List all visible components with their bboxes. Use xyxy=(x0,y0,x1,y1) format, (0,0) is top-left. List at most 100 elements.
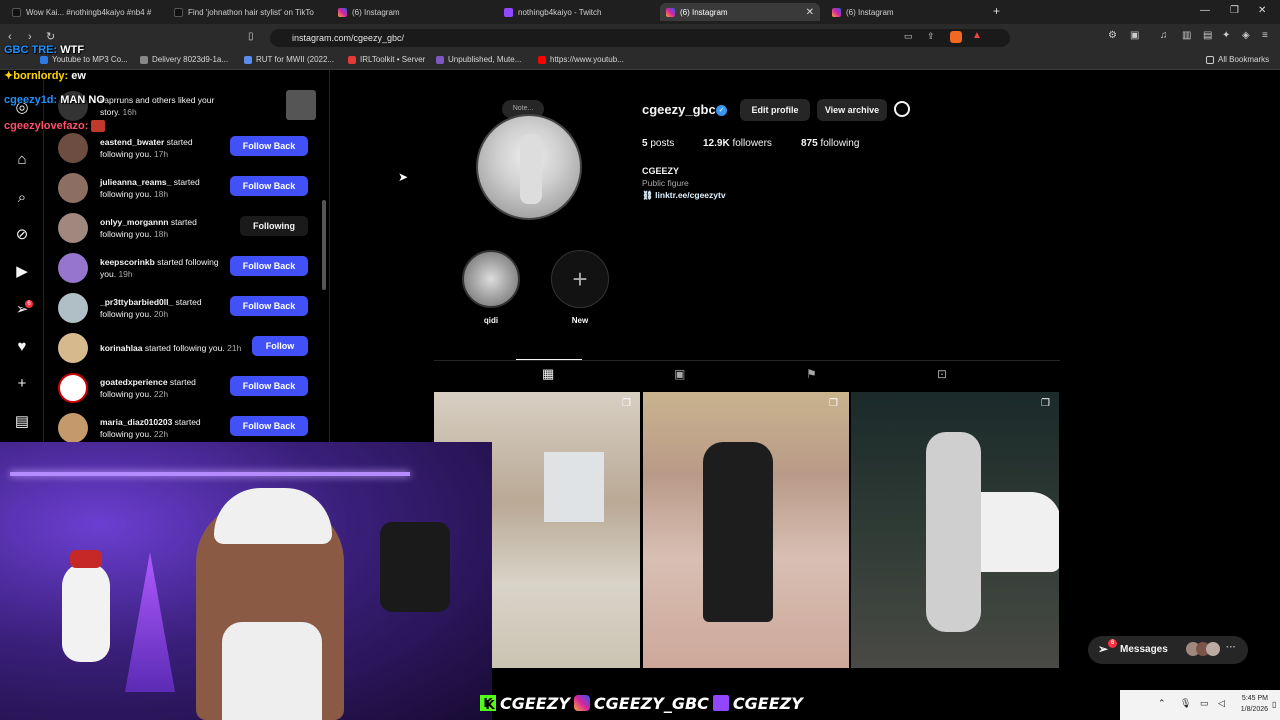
follow-back-button[interactable]: Follow Back xyxy=(230,376,308,396)
close-window-icon[interactable]: ✕ xyxy=(1258,5,1266,16)
all-bookmarks[interactable]: All Bookmarks xyxy=(1206,55,1269,64)
bookmark-label: Youtube to MP3 Co... xyxy=(52,55,128,64)
back-icon[interactable]: ‹ xyxy=(8,31,12,43)
notification-row[interactable]: julieanna_reams_ started following you. … xyxy=(58,168,320,208)
follow-back-button[interactable]: Follow Back xyxy=(230,296,308,316)
edit-profile-button[interactable]: Edit profile xyxy=(740,99,810,121)
follow-button[interactable]: Follow xyxy=(252,336,308,356)
reels-icon[interactable]: ▶ xyxy=(12,262,32,282)
display-name: CGEEZY xyxy=(642,166,680,176)
browser-tab[interactable]: Wow Kai... #nothingb4kaiyo #nb4 # xyxy=(6,3,156,21)
notifications-icon[interactable]: ▯ xyxy=(1272,700,1276,709)
notification-row[interactable]: goatedxperience started following you. 2… xyxy=(58,368,320,408)
network-icon[interactable]: ▭ xyxy=(1200,698,1209,709)
follow-back-button[interactable]: Follow Back xyxy=(230,256,308,276)
avatar xyxy=(58,253,88,283)
posts-grid-icon[interactable]: ▦ xyxy=(542,366,554,382)
kick-icon: K xyxy=(480,695,496,711)
settings-icon[interactable] xyxy=(894,101,910,117)
notification-row[interactable]: _pr3ttybarbied0ll_ started following you… xyxy=(58,288,320,328)
follow-back-button[interactable]: Follow Back xyxy=(230,416,308,436)
story-thumbnail[interactable] xyxy=(286,90,316,120)
leo-icon[interactable]: ✦ xyxy=(1222,30,1230,41)
profile-avatar[interactable] xyxy=(476,114,582,220)
bookmark-item[interactable]: Youtube to MP3 Co... xyxy=(40,55,128,64)
media-icon[interactable]: ♫ xyxy=(1160,30,1168,41)
notification-row[interactable]: eastend_bwater started following you. 17… xyxy=(58,128,320,168)
link-icon: ⛓ xyxy=(642,190,656,200)
clock-date[interactable]: 1/8/2026 xyxy=(1232,706,1268,713)
follow-back-button[interactable]: Follow Back xyxy=(230,136,308,156)
followers-stat[interactable]: 12.9K followers xyxy=(703,138,772,149)
highlight-qidi[interactable] xyxy=(462,250,520,308)
messages-button[interactable]: ➢ 6 Messages ··· xyxy=(1088,636,1248,664)
browser-tab[interactable]: (6) Instagram xyxy=(826,3,986,21)
avatar xyxy=(1206,642,1220,656)
messenger-icon: ➢ xyxy=(1098,642,1109,656)
bookmark-item[interactable]: Delivery 8023d9-1a... xyxy=(140,55,228,64)
volume-icon[interactable]: ◁ xyxy=(1218,698,1225,709)
minimize-icon[interactable]: — xyxy=(1200,5,1210,16)
forward-icon[interactable]: › xyxy=(28,31,32,43)
bio-link[interactable]: ⛓ linktr.ee/cgeezytv xyxy=(642,190,726,201)
brave-shield-icon[interactable] xyxy=(950,31,962,43)
sidebar-icon[interactable]: ▥ xyxy=(1182,30,1191,41)
dashboard-icon[interactable]: ▤ xyxy=(12,412,32,432)
browser-tab[interactable]: (6) Instagram xyxy=(332,3,482,21)
browser-tab[interactable]: Find 'johnathon hair stylist' on TikTo xyxy=(168,3,318,21)
following-button[interactable]: Following xyxy=(240,216,308,236)
notification-row[interactable]: onlyy_morgannn started following you. 18… xyxy=(58,208,320,248)
panel-scrollbar[interactable] xyxy=(322,200,326,290)
microphone-icon[interactable]: 🎙 xyxy=(1180,698,1191,709)
notification-row[interactable]: keepscorinkb started following you. 19h … xyxy=(58,248,320,288)
bookmark-item[interactable]: https://www.youtub... xyxy=(538,55,624,64)
snowman-hat xyxy=(70,550,102,568)
post-thumbnail[interactable]: ❐ xyxy=(643,392,849,668)
wallet-icon[interactable]: ▤ xyxy=(1203,30,1212,41)
new-tab-button[interactable]: + xyxy=(993,4,1000,18)
avatar-figure xyxy=(520,134,542,204)
notification-row[interactable]: maria_diaz010203 started following you. … xyxy=(58,408,320,442)
explore-icon[interactable]: ⊘ xyxy=(12,225,32,245)
messages-badge: 6 xyxy=(1108,639,1117,648)
screenshot-icon[interactable]: ▣ xyxy=(1130,30,1139,41)
saved-tab-icon[interactable]: ⚑ xyxy=(806,367,817,381)
avatar xyxy=(58,133,88,163)
post-thumbnail[interactable]: ❐ xyxy=(851,392,1059,668)
url-input[interactable]: instagram.com/cgeezy_gbc/ xyxy=(270,29,1010,47)
vpn-icon[interactable]: ◈ xyxy=(1242,30,1250,41)
irltoolkit-icon xyxy=(348,55,356,64)
more-icon[interactable]: ··· xyxy=(1226,642,1236,653)
bookmark-item[interactable]: RUT for MWII (2022... xyxy=(244,55,334,64)
browser-tab-active[interactable]: (6) Instagram ✕ xyxy=(660,3,820,21)
share-icon[interactable]: ⇪ xyxy=(927,31,935,42)
bookmark-icon[interactable]: ▯ xyxy=(248,31,254,42)
instagram-icon xyxy=(666,7,675,17)
heart-icon[interactable]: ♥ xyxy=(12,337,32,357)
notification-row[interactable]: korinahlaa started following you. 21h Fo… xyxy=(58,328,320,368)
create-icon[interactable]: + xyxy=(12,374,32,394)
extensions-icon[interactable]: ⚙ xyxy=(1108,30,1117,41)
maximize-icon[interactable]: ❐ xyxy=(1230,5,1239,16)
reload-icon[interactable]: ↻ xyxy=(46,30,55,43)
new-highlight-button[interactable]: + xyxy=(551,250,609,308)
search-icon[interactable]: ⌕ xyxy=(12,188,32,208)
notification-text: julieanna_reams_ started following you. … xyxy=(100,177,200,199)
reels-tab-icon[interactable]: ▣ xyxy=(674,367,685,381)
rewards-icon[interactable]: ▲ xyxy=(972,30,982,41)
clock-time[interactable]: 5:45 PM xyxy=(1238,695,1268,702)
highlight-label: qidi xyxy=(483,316,499,325)
view-archive-button[interactable]: View archive xyxy=(817,99,887,121)
bookmark-item[interactable]: IRLToolkit • Server xyxy=(348,55,425,64)
browser-tab[interactable]: nothingb4kaiyo - Twitch xyxy=(498,3,648,21)
cast-icon[interactable]: ▭ xyxy=(904,31,913,42)
page-icon xyxy=(244,55,252,64)
close-icon[interactable]: ✕ xyxy=(806,7,814,18)
following-stat[interactable]: 875 following xyxy=(801,138,859,149)
bookmark-item[interactable]: Unpublished, Mute... xyxy=(436,55,521,64)
home-icon[interactable]: ⌂ xyxy=(12,150,32,170)
tagged-tab-icon[interactable]: ⊡ xyxy=(937,367,947,381)
menu-icon[interactable]: ≡ xyxy=(1262,30,1268,41)
tray-chevron-icon[interactable]: ⌃ xyxy=(1158,698,1166,709)
follow-back-button[interactable]: Follow Back xyxy=(230,176,308,196)
